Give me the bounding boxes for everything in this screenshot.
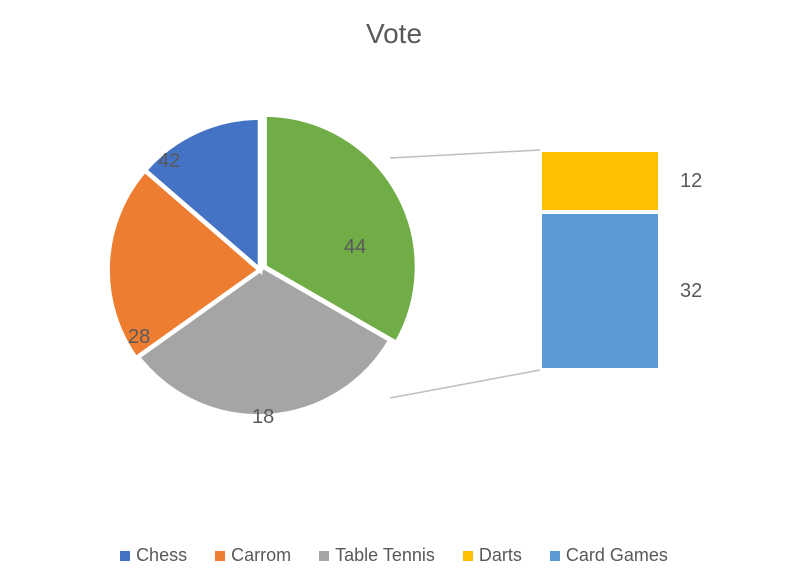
legend-label: Carrom	[231, 545, 291, 566]
legend-item-card-games: Card Games	[550, 545, 668, 566]
pie-chart	[100, 110, 420, 430]
pie-label-carrom: 28	[128, 326, 150, 349]
legend-item-carrom: Carrom	[215, 545, 291, 566]
square-icon	[550, 551, 560, 561]
pie-label-combined: 44	[344, 236, 366, 259]
bar-label-darts: 12	[680, 170, 702, 193]
legend-label: Table Tennis	[335, 545, 435, 566]
chart-title: Vote	[0, 18, 788, 50]
square-icon	[319, 551, 329, 561]
bar-seg-darts	[540, 150, 660, 212]
bar-label-card-games: 32	[680, 280, 702, 303]
legend: Chess Carrom Table Tennis Darts Card Gam…	[0, 545, 788, 566]
bar-of-pie-stack	[540, 150, 660, 370]
chart-container: Vote 44 42 28 18 12	[0, 0, 788, 586]
pie-label-chess: 18	[252, 406, 274, 429]
square-icon	[463, 551, 473, 561]
legend-label: Chess	[136, 545, 187, 566]
bar-seg-card-games	[540, 212, 660, 370]
legend-label: Card Games	[566, 545, 668, 566]
plot-area: 44 42 28 18 12 32	[0, 90, 788, 490]
square-icon	[120, 551, 130, 561]
legend-item-darts: Darts	[463, 545, 522, 566]
legend-item-table-tennis: Table Tennis	[319, 545, 435, 566]
pie-label-table-tennis: 42	[158, 150, 180, 173]
legend-item-chess: Chess	[120, 545, 187, 566]
square-icon	[215, 551, 225, 561]
legend-label: Darts	[479, 545, 522, 566]
